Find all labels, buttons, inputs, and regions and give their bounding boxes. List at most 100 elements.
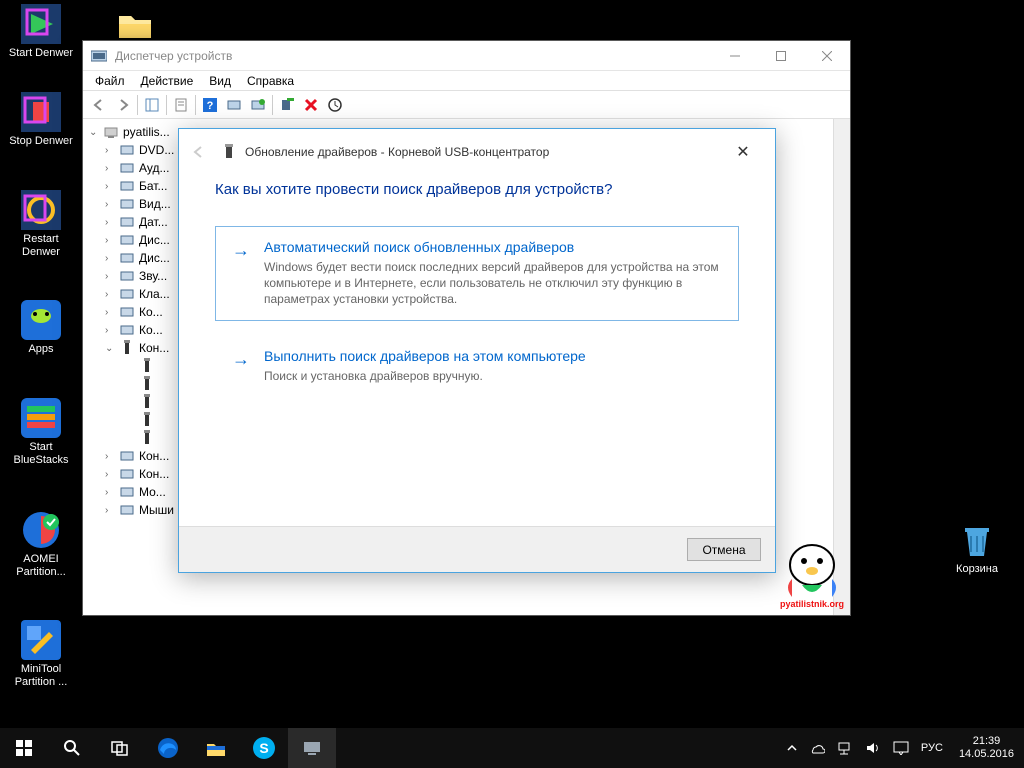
tray-network-icon[interactable]: [831, 728, 859, 768]
svg-text:S: S: [259, 740, 268, 756]
tree-label: Ко...: [139, 323, 163, 337]
minimize-button[interactable]: [712, 41, 758, 71]
taskbar: S РУС 21:39 14.05.2016: [0, 728, 1024, 768]
desktop-icon-restart-denwer[interactable]: Restart Denwer: [4, 190, 78, 259]
menubar: Файл Действие Вид Справка: [83, 71, 850, 91]
driver-update-wizard: Обновление драйверов - Корневой USB-конц…: [178, 128, 776, 573]
taskbar-device-manager[interactable]: [288, 728, 336, 768]
scan-hardware-button[interactable]: [222, 93, 246, 117]
desktop-icon-label: AOMEI Partition...: [4, 553, 78, 579]
window-title: Диспетчер устройств: [115, 49, 712, 63]
option-title: Автоматический поиск обновленных драйвер…: [264, 239, 722, 255]
svg-text:pyatilistnik.org: pyatilistnik.org: [780, 599, 844, 609]
tree-label: DVD...: [139, 143, 174, 157]
option-desc: Поиск и установка драйверов вручную.: [264, 368, 586, 384]
wizard-footer: Отмена: [179, 526, 775, 572]
toolbar: ?: [83, 91, 850, 119]
arrow-icon: →: [232, 350, 250, 384]
tree-label: pyatilis...: [123, 125, 170, 139]
watermark: pyatilistnik.org: [772, 539, 852, 611]
tree-label: Дис...: [139, 233, 170, 247]
tray-action-center-icon[interactable]: [887, 728, 915, 768]
option-desc: Windows будет вести поиск последних верс…: [264, 259, 722, 308]
menu-action[interactable]: Действие: [133, 72, 202, 90]
desktop-icon-apps[interactable]: Apps: [4, 300, 78, 356]
tray-volume-icon[interactable]: [859, 728, 887, 768]
desktop-icon-label: Start Denwer: [9, 47, 73, 60]
expand-icon[interactable]: ›: [105, 469, 119, 480]
wizard-question: Как вы хотите провести поиск драйверов д…: [215, 181, 739, 198]
tray-date: 14.05.2016: [959, 748, 1014, 761]
task-view-button[interactable]: [96, 728, 144, 768]
desktop-icon-aomei[interactable]: AOMEI Partition...: [4, 510, 78, 579]
expand-icon[interactable]: ›: [105, 505, 119, 516]
tree-label: Зву...: [139, 269, 167, 283]
disable-button[interactable]: [299, 93, 323, 117]
start-button[interactable]: [0, 728, 48, 768]
maximize-button[interactable]: [758, 41, 804, 71]
cancel-button[interactable]: Отмена: [687, 538, 761, 561]
tree-label: Кон...: [139, 467, 169, 481]
collapse-icon[interactable]: ⌄: [89, 127, 103, 138]
tray-onedrive-icon[interactable]: [803, 728, 831, 768]
desktop-icon-stop-denwer[interactable]: Stop Denwer: [4, 92, 78, 148]
tree-label: Кон...: [139, 341, 169, 355]
tray-language[interactable]: РУС: [915, 728, 949, 768]
tree-label: Кон...: [139, 449, 169, 463]
forward-button[interactable]: [111, 93, 135, 117]
desktop-icon-label: Корзина: [956, 563, 998, 576]
system-tray: РУС 21:39 14.05.2016: [781, 728, 1024, 768]
tree-label: Ауд...: [139, 161, 169, 175]
taskbar-explorer[interactable]: [192, 728, 240, 768]
wizard-header: Обновление драйверов - Корневой USB-конц…: [179, 129, 775, 175]
tree-label: Дат...: [139, 215, 168, 229]
close-button[interactable]: [804, 41, 850, 71]
expand-icon[interactable]: ›: [105, 289, 119, 300]
arrow-icon: →: [232, 241, 250, 308]
expand-icon[interactable]: ›: [105, 307, 119, 318]
tray-clock[interactable]: 21:39 14.05.2016: [949, 735, 1024, 761]
svg-text:?: ?: [207, 100, 214, 112]
back-button[interactable]: [87, 93, 111, 117]
show-hide-tree-button[interactable]: [140, 93, 164, 117]
collapse-icon[interactable]: ⌄: [105, 343, 119, 354]
expand-icon[interactable]: ›: [105, 325, 119, 336]
expand-icon[interactable]: ›: [105, 163, 119, 174]
taskbar-skype[interactable]: S: [240, 728, 288, 768]
tray-chevron-icon[interactable]: [781, 728, 803, 768]
taskbar-edge[interactable]: [144, 728, 192, 768]
desktop-icon-label: Start BlueStacks: [4, 441, 78, 467]
titlebar[interactable]: Диспетчер устройств: [83, 41, 850, 71]
expand-icon[interactable]: ›: [105, 199, 119, 210]
desktop-icon-bluestacks[interactable]: Start BlueStacks: [4, 398, 78, 467]
expand-icon[interactable]: ›: [105, 487, 119, 498]
back-icon: [191, 144, 209, 160]
option-auto-search[interactable]: → Автоматический поиск обновленных драйв…: [215, 226, 739, 321]
expand-icon[interactable]: ›: [105, 235, 119, 246]
menu-file[interactable]: Файл: [87, 72, 133, 90]
update-driver-button[interactable]: [246, 93, 270, 117]
uninstall-button[interactable]: [275, 93, 299, 117]
tray-time: 21:39: [959, 735, 1014, 748]
menu-help[interactable]: Справка: [239, 72, 302, 90]
tree-label: Кла...: [139, 287, 170, 301]
wizard-close-button[interactable]: ✕: [723, 142, 763, 162]
menu-view[interactable]: Вид: [201, 72, 239, 90]
expand-icon[interactable]: ›: [105, 253, 119, 264]
wizard-body: Как вы хотите провести поиск драйверов д…: [179, 175, 775, 526]
search-button[interactable]: [48, 728, 96, 768]
enable-button[interactable]: [323, 93, 347, 117]
properties-button[interactable]: [169, 93, 193, 117]
help-button[interactable]: ?: [198, 93, 222, 117]
option-browse-computer[interactable]: → Выполнить поиск драйверов на этом комп…: [215, 335, 739, 397]
expand-icon[interactable]: ›: [105, 145, 119, 156]
desktop-icon-label: Stop Denwer: [9, 135, 73, 148]
desktop-icon-recycle-bin[interactable]: Корзина: [940, 520, 1014, 576]
desktop-icon-minitool[interactable]: MiniTool Partition ...: [4, 620, 78, 689]
expand-icon[interactable]: ›: [105, 271, 119, 282]
expand-icon[interactable]: ›: [105, 451, 119, 462]
option-title: Выполнить поиск драйверов на этом компью…: [264, 348, 586, 364]
desktop-icon-start-denwer[interactable]: Start Denwer: [4, 4, 78, 60]
expand-icon[interactable]: ›: [105, 217, 119, 228]
expand-icon[interactable]: ›: [105, 181, 119, 192]
